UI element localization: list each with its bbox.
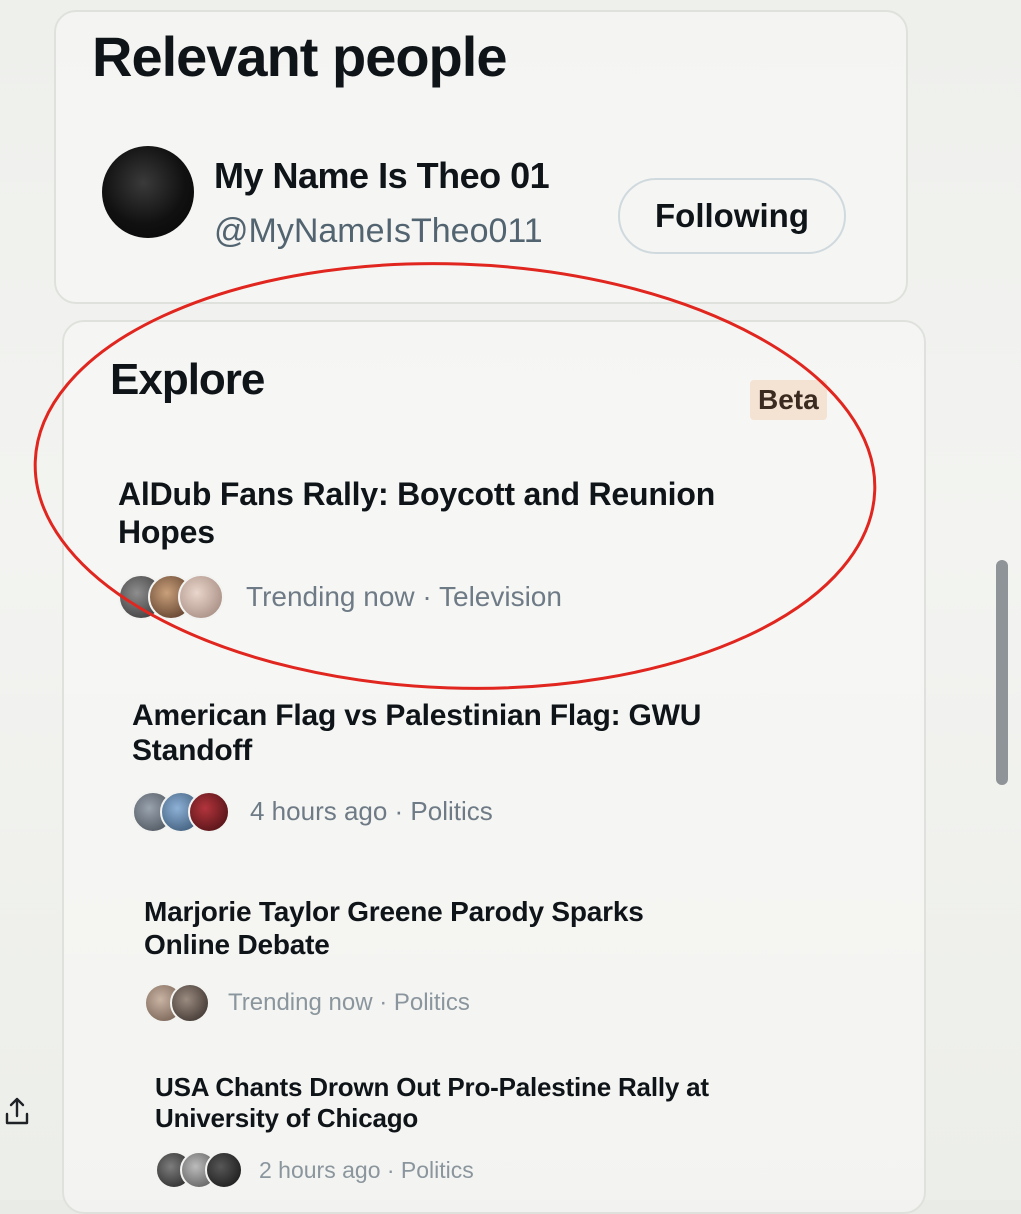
trend-meta: Trending now · Politics bbox=[228, 989, 470, 1017]
share-icon[interactable] bbox=[4, 1096, 30, 1126]
trend-meta-row: 2 hours ago · Politics bbox=[155, 1151, 775, 1190]
trend-item[interactable]: Marjorie Taylor Greene Parody Sparks Onl… bbox=[144, 895, 724, 1024]
trend-item[interactable]: American Flag vs Palestinian Flag: GWU S… bbox=[132, 698, 752, 833]
trend-avatar bbox=[170, 983, 210, 1024]
relevant-people-title: Relevant people bbox=[92, 25, 507, 88]
user-display-name[interactable]: My Name Is Theo 01 bbox=[214, 155, 550, 197]
screen: Relevant people My Name Is Theo 01 @MyNa… bbox=[0, 0, 1021, 1214]
avatar[interactable] bbox=[102, 146, 194, 238]
trend-meta-row: Trending now · Politics bbox=[144, 983, 724, 1024]
trend-meta: Trending now · Television bbox=[246, 580, 562, 612]
following-button[interactable]: Following bbox=[618, 178, 846, 254]
scrollbar-thumb[interactable] bbox=[996, 560, 1008, 785]
trend-item[interactable]: USA Chants Drown Out Pro-Palestine Rally… bbox=[155, 1072, 775, 1190]
trend-title[interactable]: American Flag vs Palestinian Flag: GWU S… bbox=[132, 698, 752, 769]
beta-badge: Beta bbox=[750, 380, 827, 420]
trend-meta-row: Trending now · Television bbox=[118, 573, 758, 620]
trend-item[interactable]: AlDub Fans Rally: Boycott and Reunion Ho… bbox=[118, 476, 758, 620]
trend-avatar bbox=[205, 1151, 243, 1190]
user-handle[interactable]: @MyNameIsTheo011 bbox=[214, 212, 543, 251]
explore-title: Explore bbox=[110, 355, 265, 404]
trend-avatars bbox=[155, 1151, 243, 1190]
trend-avatars bbox=[132, 790, 230, 833]
trend-meta: 2 hours ago · Politics bbox=[259, 1156, 474, 1183]
trend-title[interactable]: AlDub Fans Rally: Boycott and Reunion Ho… bbox=[118, 476, 758, 552]
trend-avatars bbox=[118, 573, 224, 620]
trend-avatars bbox=[144, 983, 210, 1024]
trend-avatar bbox=[188, 790, 230, 833]
trend-title[interactable]: Marjorie Taylor Greene Parody Sparks Onl… bbox=[144, 895, 724, 961]
trend-title[interactable]: USA Chants Drown Out Pro-Palestine Rally… bbox=[155, 1072, 775, 1133]
trend-meta-row: 4 hours ago · Politics bbox=[132, 790, 752, 833]
trend-meta: 4 hours ago · Politics bbox=[250, 796, 493, 827]
trend-avatar bbox=[178, 573, 224, 620]
